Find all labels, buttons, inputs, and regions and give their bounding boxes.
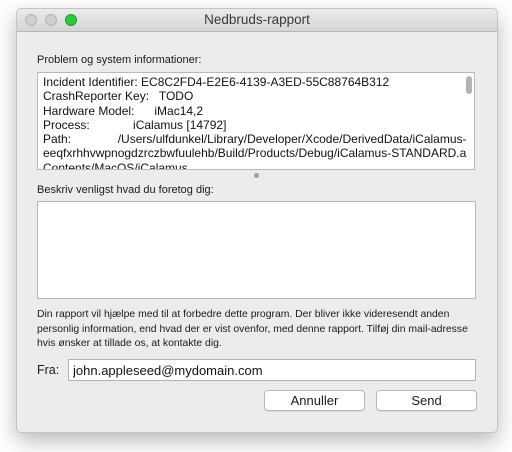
- split-view-divider-handle[interactable]: [254, 173, 259, 178]
- description-label: Beskriv venligst hvad du foretog dig:: [37, 184, 214, 196]
- report-line: Process: iCalamus [14792]: [43, 117, 227, 132]
- email-field[interactable]: [68, 359, 476, 381]
- report-line: Contents/MacOS/iCalamus: [43, 160, 188, 170]
- report-line: Hardware Model: iMac14,2: [43, 103, 204, 118]
- report-scrollbar-thumb[interactable]: [466, 76, 472, 94]
- title-bar[interactable]: Nedbruds-rapport: [17, 9, 497, 32]
- privacy-info-text: Din rapport vil hjælpe med til at forbed…: [37, 309, 468, 350]
- crash-report-window: Nedbruds-rapport Problem og system infor…: [16, 8, 498, 433]
- send-button[interactable]: Send: [376, 390, 477, 411]
- report-line: CrashReporter Key: TODO: [43, 89, 194, 104]
- description-text-area[interactable]: [37, 201, 476, 299]
- crash-report-text-area[interactable]: Incident Identifier: EC8C2FD4-E2E6-4139-…: [37, 72, 475, 170]
- window-title: Nedbruds-rapport: [204, 12, 310, 27]
- report-line: Incident Identifier: EC8C2FD4-E2E6-4139-…: [43, 75, 390, 89]
- cancel-button[interactable]: Annuller: [264, 390, 365, 411]
- report-line: eeqfxrhhvwpnogdzrczbwfuulehb/Build/Produ…: [43, 146, 467, 161]
- from-label: Fra:: [37, 363, 60, 377]
- report-line: Path: /Users/ulfdunkel/Library/Developer…: [43, 132, 467, 147]
- problem-info-label: Problem og system informationer:: [37, 54, 202, 66]
